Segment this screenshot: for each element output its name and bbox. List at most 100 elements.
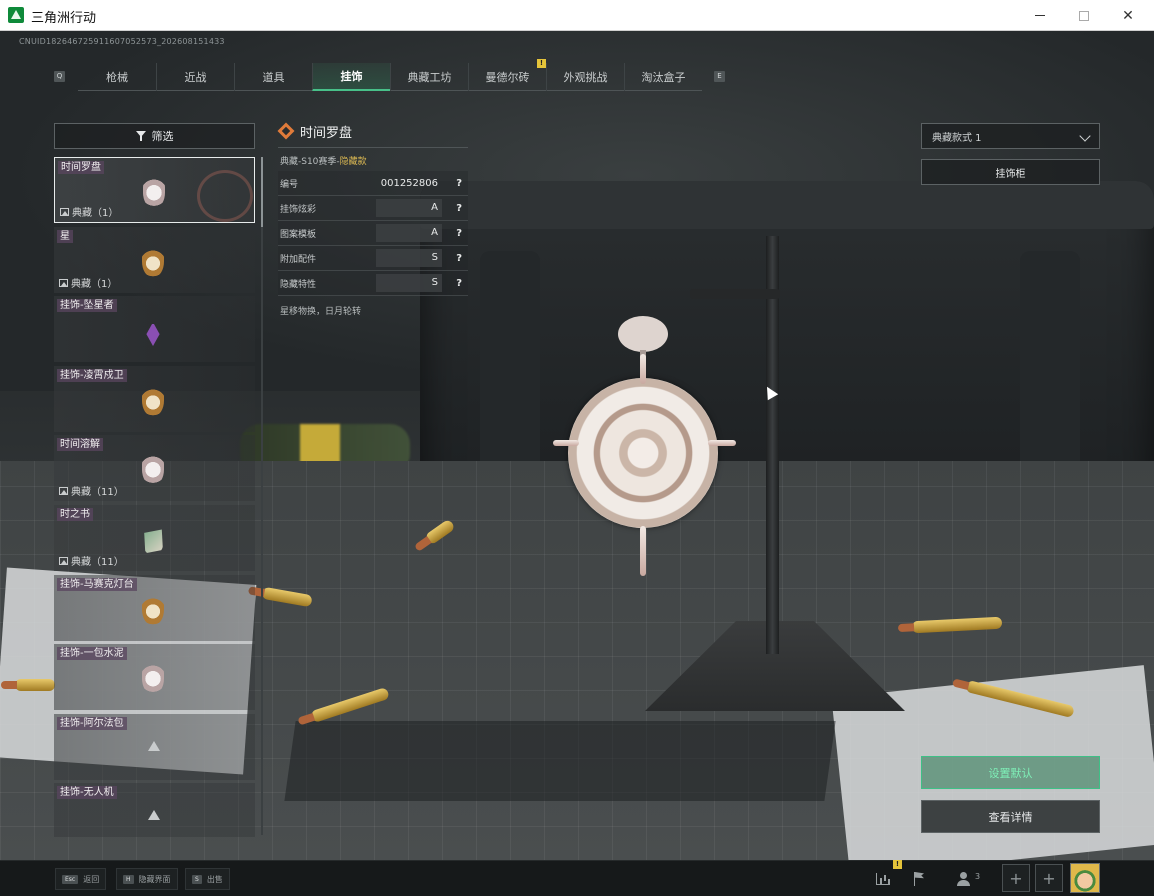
attr-row-serial: 编号 001252806 ? [278, 171, 468, 196]
view-details-button[interactable]: 查看详情 [921, 800, 1100, 833]
compass-ring [568, 378, 718, 528]
rarity-diamond-icon [278, 123, 294, 139]
filter-icon [135, 131, 146, 141]
scrollbar-thumb[interactable] [261, 157, 263, 227]
tab-charms[interactable]: 挂饰 [312, 63, 390, 91]
season-label: 典藏-S10赛季-隐藏款 [280, 157, 367, 167]
sell-hint[interactable]: S 出售 [185, 868, 230, 890]
maximize-button[interactable] [1061, 0, 1107, 31]
friends-count: 3 [975, 872, 981, 881]
serial-number: 001252806 [380, 177, 438, 189]
item-name: 挂饰-马赛克灯台 [57, 578, 137, 591]
attr-row-hidden-trait: 隐藏特性 S ? [278, 271, 468, 296]
list-item[interactable]: 挂饰-一包水泥 [54, 644, 255, 710]
notification-badge: ! [893, 860, 902, 869]
image-icon [59, 278, 68, 287]
list-item[interactable]: 时之书 典藏（11） [54, 505, 255, 571]
app-root: 三角洲行动 ✕ CNUID182646725911607052573_20260… [0, 0, 1154, 896]
charm-thumbnail [142, 382, 164, 416]
attr-row-pattern: 图案模板 A ? [278, 221, 468, 246]
image-icon [59, 486, 68, 495]
team-slot[interactable]: + [1002, 864, 1030, 892]
list-item[interactable]: 挂饰-马赛克灯台 [54, 575, 255, 641]
list-item[interactable]: 时间罗盘 典藏（1） [54, 157, 255, 223]
style-select[interactable]: 典藏款式 1 [921, 123, 1100, 149]
attr-grade: S [376, 249, 442, 267]
tab-collection-workshop[interactable]: 典藏工坊 [390, 63, 468, 91]
scene-ruler [284, 721, 836, 801]
tab-mandel-brick[interactable]: 曼德尔砖 ! [468, 59, 546, 91]
item-name: 挂饰-凌霄戍卫 [57, 369, 127, 382]
list-item[interactable]: 挂饰-阿尔法包 [54, 714, 255, 780]
scene-bullet [1, 679, 55, 691]
attr-grade: A [376, 199, 442, 217]
image-icon [59, 556, 68, 565]
tab-elimination-box[interactable]: 淘汰盒子 [624, 63, 702, 91]
avatar[interactable] [1070, 863, 1100, 893]
help-icon[interactable]: ? [456, 253, 462, 264]
window-titlebar: 三角洲行动 ✕ [0, 0, 1154, 31]
attr-row-color: 挂饰炫彩 A ? [278, 196, 468, 221]
list-scrollbar[interactable] [261, 157, 263, 835]
item-name: 时之书 [57, 508, 93, 521]
compass-charm-model[interactable] [548, 316, 738, 586]
flag-button[interactable] [908, 867, 932, 891]
item-name: 星 [57, 230, 73, 243]
tab-next-key[interactable]: E [714, 71, 725, 82]
player-uid: CNUID182646725911607052573_202608151433 [19, 37, 225, 46]
charm-thumbnail [142, 451, 164, 485]
attr-grade: S [376, 274, 442, 292]
category-tabs: 枪械 近战 道具 挂饰 典藏工坊 曼德尔砖 ! 外观挑战 淘汰盒子 [78, 59, 702, 91]
stats-button[interactable] [871, 867, 895, 891]
delta-force-logo-icon [8, 7, 24, 23]
item-count: 典藏（1） [71, 279, 118, 290]
list-item[interactable]: 星 典藏（1） [54, 227, 255, 293]
list-item[interactable]: 挂饰-坠星者 [54, 296, 255, 362]
close-button[interactable]: ✕ [1105, 0, 1151, 31]
charm-thumbnail [143, 174, 165, 208]
help-icon[interactable]: ? [456, 278, 462, 289]
item-name: 挂饰-一包水泥 [57, 647, 127, 660]
attr-row-accessory: 附加配件 S ? [278, 246, 468, 271]
list-item[interactable]: 时间溶解 典藏（11） [54, 435, 255, 501]
esc-key: Esc [62, 874, 79, 884]
charm-thumbnail [142, 660, 164, 694]
tab-prev-key[interactable]: Q [54, 71, 65, 82]
charm-name: 时间罗盘 [300, 125, 353, 141]
item-name: 挂饰-坠星者 [57, 299, 117, 312]
image-icon [60, 207, 69, 216]
bar-chart-icon [876, 873, 890, 885]
charm-cabinet-button[interactable]: 挂饰柜 [921, 159, 1100, 185]
bottom-bar: Esc 返回 H 隐藏界面 S 出售 [0, 860, 1154, 896]
hidden-variant-tag: 隐藏款 [339, 157, 367, 167]
item-name: 时间溶解 [57, 438, 103, 451]
list-item[interactable]: 挂饰-凌霄戍卫 [54, 366, 255, 432]
tab-guns[interactable]: 枪械 [78, 63, 156, 91]
filter-label: 筛选 [151, 130, 174, 143]
minimize-button[interactable] [1017, 0, 1063, 31]
charm-detail-panel: 时间罗盘 典藏-S10赛季-隐藏款 编号 001252806 ? 挂饰炫彩 A … [278, 117, 468, 325]
set-default-button[interactable]: 设置默认 [921, 756, 1100, 789]
h-key: H [123, 874, 134, 884]
tab-items[interactable]: 道具 [234, 63, 312, 91]
charm-thumbnail [146, 322, 160, 346]
help-icon[interactable]: ? [456, 228, 462, 239]
item-count: 典藏（11） [71, 487, 124, 498]
filter-button[interactable]: 筛选 [54, 123, 255, 149]
friends-button[interactable] [952, 867, 976, 891]
tab-mandel-brick-label: 曼德尔砖 [485, 71, 530, 84]
charm-thumbnail [144, 529, 163, 554]
list-item[interactable]: 挂饰-无人机 [54, 783, 255, 837]
back-hint[interactable]: Esc 返回 [55, 868, 107, 890]
tab-appearance-challenge[interactable]: 外观挑战 [546, 63, 624, 91]
hide-ui-hint[interactable]: H 隐藏界面 [116, 868, 178, 890]
help-icon[interactable]: ? [456, 178, 462, 189]
window-title: 三角洲行动 [31, 11, 97, 26]
item-name: 时间罗盘 [58, 161, 104, 174]
charm-thumbnail [142, 243, 164, 277]
team-slot[interactable]: + [1035, 864, 1063, 892]
maximize-icon [1079, 10, 1089, 21]
help-icon[interactable]: ? [456, 203, 462, 214]
tab-melee[interactable]: 近战 [156, 63, 234, 91]
charm-list: 时间罗盘 典藏（1） 星 典藏（1） 挂饰-坠星者 挂饰-凌霄戍卫 时间溶解 典… [54, 157, 255, 837]
